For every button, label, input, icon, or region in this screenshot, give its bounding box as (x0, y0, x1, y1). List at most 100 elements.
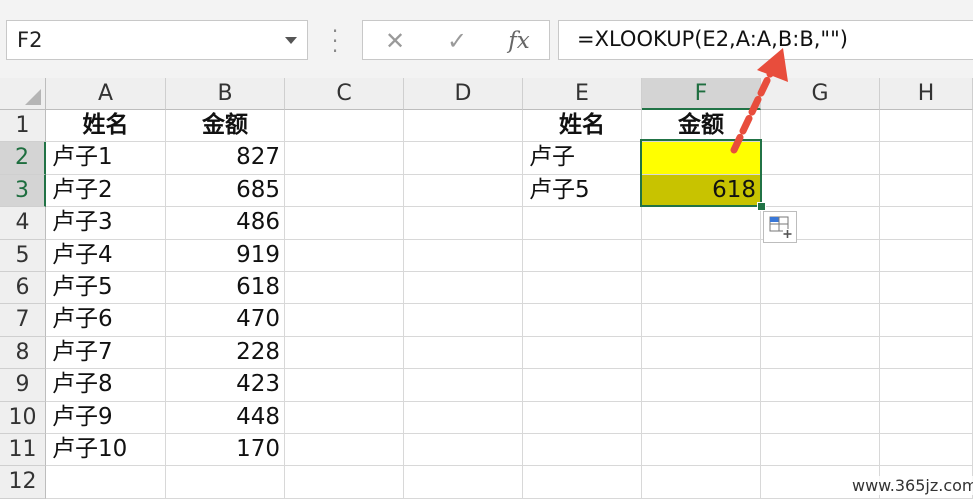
cell-f9[interactable] (642, 369, 761, 402)
cell-c9[interactable] (285, 369, 404, 402)
cell-b1[interactable]: 金额 (166, 110, 285, 143)
column-header-d[interactable]: D (404, 78, 523, 110)
cell-g2[interactable] (761, 142, 880, 175)
row-header-3[interactable]: 3 (0, 174, 46, 208)
cell-d2[interactable] (404, 142, 523, 175)
enter-icon[interactable]: ✓ (437, 25, 477, 57)
cell-g10[interactable] (761, 401, 880, 434)
cell-a9[interactable]: 卢子8 (46, 369, 166, 402)
cell-f1[interactable]: 金额 (642, 110, 761, 143)
cell-h7[interactable] (880, 304, 973, 337)
cell-h5[interactable] (880, 239, 973, 272)
cell-e7[interactable] (523, 304, 642, 337)
cell-d9[interactable] (404, 369, 523, 402)
cell-h3[interactable] (880, 174, 973, 208)
cell-f3[interactable]: 618 (642, 174, 761, 208)
cell-g7[interactable] (761, 304, 880, 337)
cell-b6[interactable]: 618 (166, 272, 285, 305)
cell-g11[interactable] (761, 434, 880, 467)
cell-c12[interactable] (285, 466, 404, 499)
worksheet-grid[interactable]: A B C D E F G H 1 姓名 金额 姓名 金额 2 卢子1 827 卢子 3 卢子2 685 卢子5 618 4… (0, 78, 973, 500)
cell-a3[interactable]: 卢子2 (46, 174, 166, 208)
column-header-b[interactable]: B (166, 78, 285, 110)
cell-b12[interactable] (166, 466, 285, 499)
cell-c7[interactable] (285, 304, 404, 337)
cell-b5[interactable]: 919 (166, 239, 285, 272)
cell-b4[interactable]: 486 (166, 207, 285, 240)
cell-a12[interactable] (46, 466, 166, 499)
cell-e8[interactable] (523, 336, 642, 370)
cell-b2[interactable]: 827 (166, 142, 285, 175)
cell-d8[interactable] (404, 336, 523, 370)
row-header-6[interactable]: 6 (0, 272, 46, 305)
cell-a5[interactable]: 卢子4 (46, 239, 166, 272)
cell-f10[interactable] (642, 401, 761, 434)
cell-h11[interactable] (880, 434, 973, 467)
cell-f7[interactable] (642, 304, 761, 337)
cell-e2[interactable]: 卢子 (523, 142, 642, 175)
column-header-h[interactable]: H (880, 78, 973, 110)
chevron-down-icon[interactable] (285, 37, 297, 44)
column-header-f[interactable]: F (642, 78, 761, 110)
row-header-5[interactable]: 5 (0, 239, 46, 272)
row-header-10[interactable]: 10 (0, 401, 46, 434)
row-header-1[interactable]: 1 (0, 110, 46, 143)
cell-e5[interactable] (523, 239, 642, 272)
cell-c4[interactable] (285, 207, 404, 240)
cell-e11[interactable] (523, 434, 642, 467)
cell-h8[interactable] (880, 336, 973, 370)
cell-d3[interactable] (404, 174, 523, 208)
cell-b9[interactable]: 423 (166, 369, 285, 402)
cell-d6[interactable] (404, 272, 523, 305)
row-header-9[interactable]: 9 (0, 369, 46, 402)
cell-h1[interactable] (880, 110, 973, 143)
cell-g6[interactable] (761, 272, 880, 305)
cell-h4[interactable] (880, 207, 973, 240)
cell-g3[interactable] (761, 174, 880, 208)
cell-h10[interactable] (880, 401, 973, 434)
cell-f8[interactable] (642, 336, 761, 370)
cell-e4[interactable] (523, 207, 642, 240)
cell-g5[interactable] (761, 239, 880, 272)
cell-b10[interactable]: 448 (166, 401, 285, 434)
cell-e6[interactable] (523, 272, 642, 305)
quick-analysis-button[interactable] (763, 211, 797, 243)
cell-h2[interactable] (880, 142, 973, 175)
cell-c6[interactable] (285, 272, 404, 305)
cell-b3[interactable]: 685 (166, 174, 285, 208)
formula-bar-grip-icon[interactable]: · · · (329, 21, 341, 61)
cell-a2[interactable]: 卢子1 (46, 142, 166, 175)
cell-d4[interactable] (404, 207, 523, 240)
cell-c3[interactable] (285, 174, 404, 208)
cell-a4[interactable]: 卢子3 (46, 207, 166, 240)
row-header-8[interactable]: 8 (0, 336, 46, 370)
cell-d5[interactable] (404, 239, 523, 272)
select-all-button[interactable] (0, 78, 46, 110)
cell-f5[interactable] (642, 239, 761, 272)
column-header-c[interactable]: C (285, 78, 404, 110)
name-box[interactable]: F2 (6, 20, 308, 60)
column-header-a[interactable]: A (46, 78, 166, 110)
insert-function-button[interactable]: fx (499, 25, 539, 57)
row-header-12[interactable]: 12 (0, 466, 46, 499)
cell-f4[interactable] (642, 207, 761, 240)
cell-c10[interactable] (285, 401, 404, 434)
cell-a11[interactable]: 卢子10 (46, 434, 166, 467)
cell-f12[interactable] (642, 466, 761, 499)
cell-d7[interactable] (404, 304, 523, 337)
column-header-g[interactable]: G (761, 78, 880, 110)
cell-b8[interactable]: 228 (166, 336, 285, 370)
cell-f11[interactable] (642, 434, 761, 467)
cell-e12[interactable] (523, 466, 642, 499)
cell-d1[interactable] (404, 110, 523, 143)
row-header-11[interactable]: 11 (0, 434, 46, 467)
cell-a8[interactable]: 卢子7 (46, 336, 166, 370)
cell-f2[interactable] (642, 142, 761, 175)
cell-e3[interactable]: 卢子5 (523, 174, 642, 208)
cell-a10[interactable]: 卢子9 (46, 401, 166, 434)
cell-a7[interactable]: 卢子6 (46, 304, 166, 337)
cell-d11[interactable] (404, 434, 523, 467)
cell-c5[interactable] (285, 239, 404, 272)
formula-input[interactable]: =XLOOKUP(E2,A:A,B:B,"") (558, 20, 973, 60)
cell-g9[interactable] (761, 369, 880, 402)
